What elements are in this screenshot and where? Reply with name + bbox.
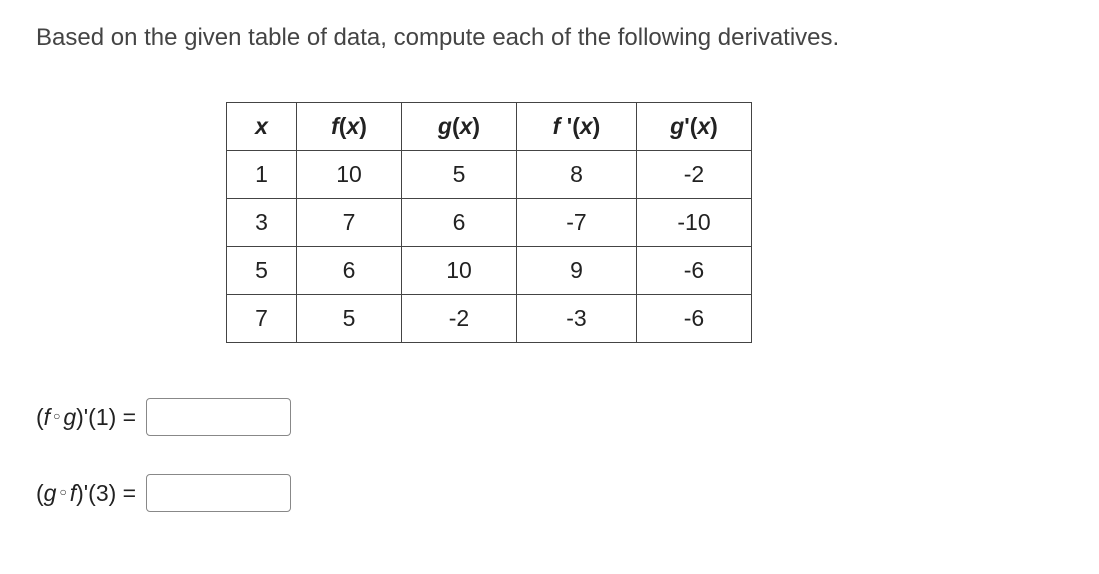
answer-input-2[interactable] bbox=[146, 474, 291, 512]
cell-fx: 10 bbox=[297, 151, 402, 199]
header-fx: f(x) bbox=[297, 103, 402, 151]
cell-gpx: -6 bbox=[637, 295, 752, 343]
cell-gx: 6 bbox=[402, 199, 517, 247]
cell-gx: -2 bbox=[402, 295, 517, 343]
table-header-row: x f(x) g(x) f '(x) g'(x) bbox=[227, 103, 752, 151]
cell-fpx: 9 bbox=[517, 247, 637, 295]
cell-fpx: -7 bbox=[517, 199, 637, 247]
header-gx: g(x) bbox=[402, 103, 517, 151]
cell-x: 1 bbox=[227, 151, 297, 199]
cell-x: 7 bbox=[227, 295, 297, 343]
cell-fx: 7 bbox=[297, 199, 402, 247]
cell-fx: 6 bbox=[297, 247, 402, 295]
data-table: x f(x) g(x) f '(x) g'(x) 1 10 5 8 -2 3 7… bbox=[226, 102, 752, 343]
table-row: 3 7 6 -7 -10 bbox=[227, 199, 752, 247]
question-2-label: (g○f)'(3) = bbox=[36, 480, 136, 507]
cell-fpx: 8 bbox=[517, 151, 637, 199]
cell-gx: 5 bbox=[402, 151, 517, 199]
question-2-row: (g○f)'(3) = bbox=[36, 474, 1063, 512]
cell-gpx: -10 bbox=[637, 199, 752, 247]
header-gprime-x: g'(x) bbox=[637, 103, 752, 151]
cell-fx: 5 bbox=[297, 295, 402, 343]
answer-section: (f○g)'(1) = (g○f)'(3) = bbox=[36, 398, 1063, 512]
question-1-row: (f○g)'(1) = bbox=[36, 398, 1063, 436]
question-prompt: Based on the given table of data, comput… bbox=[36, 24, 1063, 52]
cell-gx: 10 bbox=[402, 247, 517, 295]
data-table-wrapper: x f(x) g(x) f '(x) g'(x) 1 10 5 8 -2 3 7… bbox=[36, 102, 1063, 343]
table-row: 1 10 5 8 -2 bbox=[227, 151, 752, 199]
cell-gpx: -6 bbox=[637, 247, 752, 295]
header-x: x bbox=[227, 103, 297, 151]
cell-fpx: -3 bbox=[517, 295, 637, 343]
answer-input-1[interactable] bbox=[146, 398, 291, 436]
cell-gpx: -2 bbox=[637, 151, 752, 199]
table-row: 7 5 -2 -3 -6 bbox=[227, 295, 752, 343]
question-1-label: (f○g)'(1) = bbox=[36, 404, 136, 431]
header-fprime-x: f '(x) bbox=[517, 103, 637, 151]
table-row: 5 6 10 9 -6 bbox=[227, 247, 752, 295]
cell-x: 3 bbox=[227, 199, 297, 247]
cell-x: 5 bbox=[227, 247, 297, 295]
